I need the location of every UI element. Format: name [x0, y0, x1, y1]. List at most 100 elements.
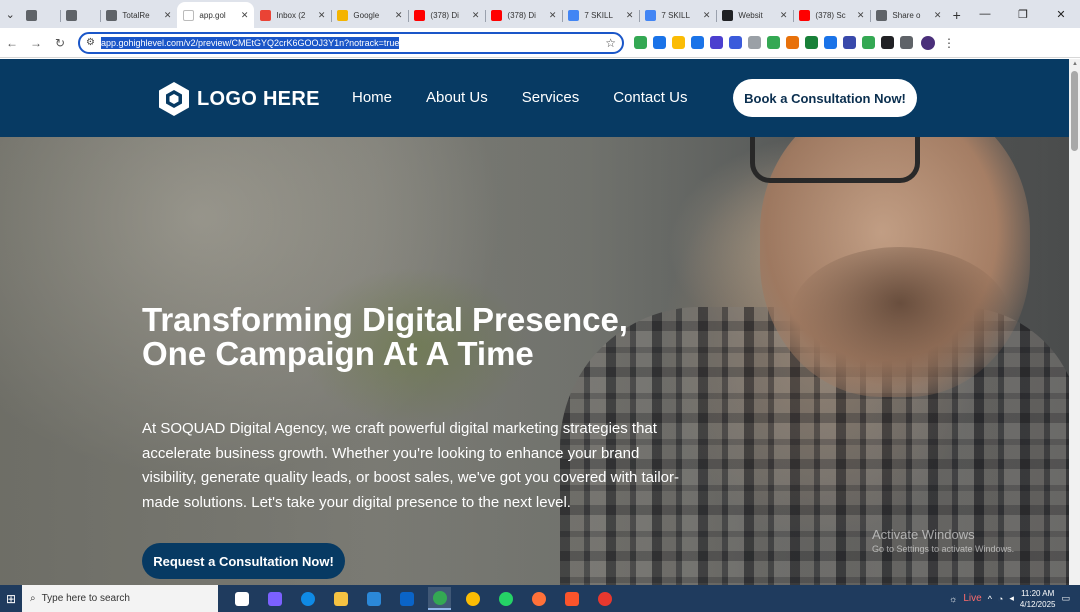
task-view-icon[interactable] — [230, 587, 253, 610]
browser-tab[interactable]: TotalRe ✕ — [100, 2, 177, 28]
extension-icon[interactable] — [653, 36, 666, 49]
watermark-line1: Activate Windows — [872, 527, 975, 542]
outlook-icon[interactable] — [395, 587, 418, 610]
profile-avatar[interactable] — [921, 35, 935, 50]
brave-icon[interactable] — [560, 587, 583, 610]
nav-home[interactable]: Home — [352, 89, 392, 106]
tab-close-icon[interactable]: ✕ — [934, 10, 942, 21]
browser-tab[interactable]: Share o ✕ — [870, 2, 947, 28]
tab-close-icon[interactable]: ✕ — [318, 10, 326, 21]
extensions-bar — [634, 36, 913, 49]
app-glyph — [366, 591, 381, 606]
request-consultation-button[interactable]: Request a Consultation Now! — [142, 543, 345, 579]
app-glyph — [399, 591, 414, 606]
extension-icon[interactable] — [843, 36, 856, 49]
scroll-up-icon[interactable]: ▲ — [1072, 61, 1078, 67]
extension-icon[interactable] — [672, 36, 685, 49]
nav-contact-us[interactable]: Contact Us — [613, 89, 687, 106]
browser-tab[interactable]: (378) Di ✕ — [485, 2, 562, 28]
tab-close-icon[interactable]: ✕ — [549, 10, 557, 21]
extension-icon[interactable] — [862, 36, 875, 49]
docs-icon — [645, 9, 657, 21]
weather-icon[interactable]: ☼ — [949, 594, 957, 604]
activate-windows-watermark: Activate Windows Go to Settings to activ… — [872, 527, 1014, 554]
store-icon[interactable] — [362, 587, 385, 610]
search-icon: ⌕ — [30, 593, 36, 604]
extension-icon[interactable] — [900, 36, 913, 49]
taskbar-clock[interactable]: 11:20 AM 4/12/2025 — [1020, 588, 1056, 610]
opera-icon[interactable] — [593, 587, 616, 610]
nav-services[interactable]: Services — [522, 89, 580, 106]
browser-menu-icon[interactable]: ⋮ — [943, 36, 955, 50]
edge-icon[interactable] — [296, 587, 319, 610]
nav-about-us[interactable]: About Us — [426, 89, 488, 106]
tab-close-icon[interactable]: ✕ — [626, 10, 634, 21]
browser-tab[interactable]: (378) Di ✕ — [408, 2, 485, 28]
tab-search-icon[interactable]: ⌄ — [0, 0, 20, 28]
extension-icon[interactable] — [748, 36, 761, 49]
notifications-icon[interactable]: ▭ — [1061, 593, 1070, 604]
browser-tab[interactable]: app.gol ✕ — [177, 2, 255, 28]
tab-title: (378) Sc — [815, 10, 846, 20]
firefox-icon[interactable] — [527, 587, 550, 610]
extension-icon[interactable] — [710, 36, 723, 49]
extension-icon[interactable] — [729, 36, 742, 49]
hero-title: Transforming Digital Presence, One Campa… — [142, 303, 702, 371]
tab-close-icon[interactable]: ✕ — [780, 10, 788, 21]
extension-icon[interactable] — [634, 36, 647, 49]
extension-icon[interactable] — [786, 36, 799, 49]
browser-tab[interactable]: Websit ✕ — [716, 2, 793, 28]
browser-tab[interactable] — [60, 2, 100, 28]
book-consultation-button[interactable]: Book a Consultation Now! — [733, 79, 917, 117]
clock-time: 11:20 AM — [1021, 588, 1055, 598]
tray-overflow-icon[interactable]: ^ — [988, 594, 992, 604]
volume-icon[interactable]: ◂ — [1009, 593, 1014, 604]
extension-icon[interactable] — [691, 36, 704, 49]
tab-title: TotalRe — [122, 10, 150, 20]
bookmark-star-icon[interactable]: ☆ — [605, 36, 616, 50]
chrome-alt-icon[interactable] — [461, 587, 484, 610]
app-glyph — [234, 591, 249, 606]
extension-icon[interactable] — [824, 36, 837, 49]
live-label[interactable]: Live — [963, 593, 981, 604]
new-tab-button[interactable]: + — [947, 2, 966, 28]
main-nav: Home About Us Services Contact Us — [352, 89, 687, 106]
minimize-icon[interactable]: — — [966, 8, 1004, 20]
taskbar-search[interactable]: ⌕ Type here to search — [22, 585, 218, 612]
browser-tab[interactable]: Google ✕ — [331, 2, 408, 28]
copilot-icon[interactable] — [263, 587, 286, 610]
whatsapp-icon[interactable] — [494, 587, 517, 610]
windows-start-icon[interactable]: ⊞ — [0, 585, 22, 612]
site-logo[interactable]: LOGO HERE — [156, 81, 320, 117]
tab-close-icon[interactable]: ✕ — [164, 10, 172, 21]
scrollbar-thumb[interactable] — [1071, 71, 1078, 151]
browser-tab[interactable]: (378) Sc ✕ — [793, 2, 870, 28]
tab-close-icon[interactable]: ✕ — [703, 10, 711, 21]
back-icon[interactable]: ← — [0, 36, 24, 50]
browser-tab[interactable] — [20, 2, 60, 28]
tab-close-icon[interactable]: ✕ — [395, 10, 403, 21]
browser-tab[interactable]: Inbox (2 ✕ — [254, 2, 331, 28]
extension-icon[interactable] — [881, 36, 894, 49]
maximize-icon[interactable]: ❐ — [1004, 8, 1042, 21]
forward-icon[interactable]: → — [24, 36, 48, 50]
network-icon[interactable]: ◔ — [998, 594, 1003, 604]
browser-tab[interactable]: 7 SKILL ✕ — [562, 2, 639, 28]
chrome-icon[interactable] — [428, 587, 451, 610]
tab-favicon-icon — [876, 9, 888, 21]
extension-icon[interactable] — [805, 36, 818, 49]
tab-close-icon[interactable]: ✕ — [241, 10, 249, 21]
tab-close-icon[interactable]: ✕ — [472, 10, 480, 21]
browser-tab[interactable]: 7 SKILL ✕ — [639, 2, 716, 28]
url-text[interactable]: app.gohighlevel.com/v2/preview/CMEtGYQ2c… — [100, 36, 599, 49]
file-explorer-icon[interactable] — [329, 587, 352, 610]
tab-favicon-icon — [66, 9, 78, 21]
address-bar[interactable]: ⚙ app.gohighlevel.com/v2/preview/CMEtGYQ… — [78, 31, 624, 54]
close-window-icon[interactable]: ✕ — [1042, 8, 1080, 21]
reload-icon[interactable]: ↻ — [48, 36, 72, 50]
page-scrollbar[interactable]: ▲ — [1069, 59, 1080, 585]
site-info-icon[interactable]: ⚙ — [86, 37, 95, 48]
extension-icon[interactable] — [767, 36, 780, 49]
tab-close-icon[interactable]: ✕ — [857, 10, 865, 21]
tab-list: TotalRe ✕ app.gol ✕ Inbox (2 ✕ Google ✕ (378) Di… — [20, 0, 947, 28]
